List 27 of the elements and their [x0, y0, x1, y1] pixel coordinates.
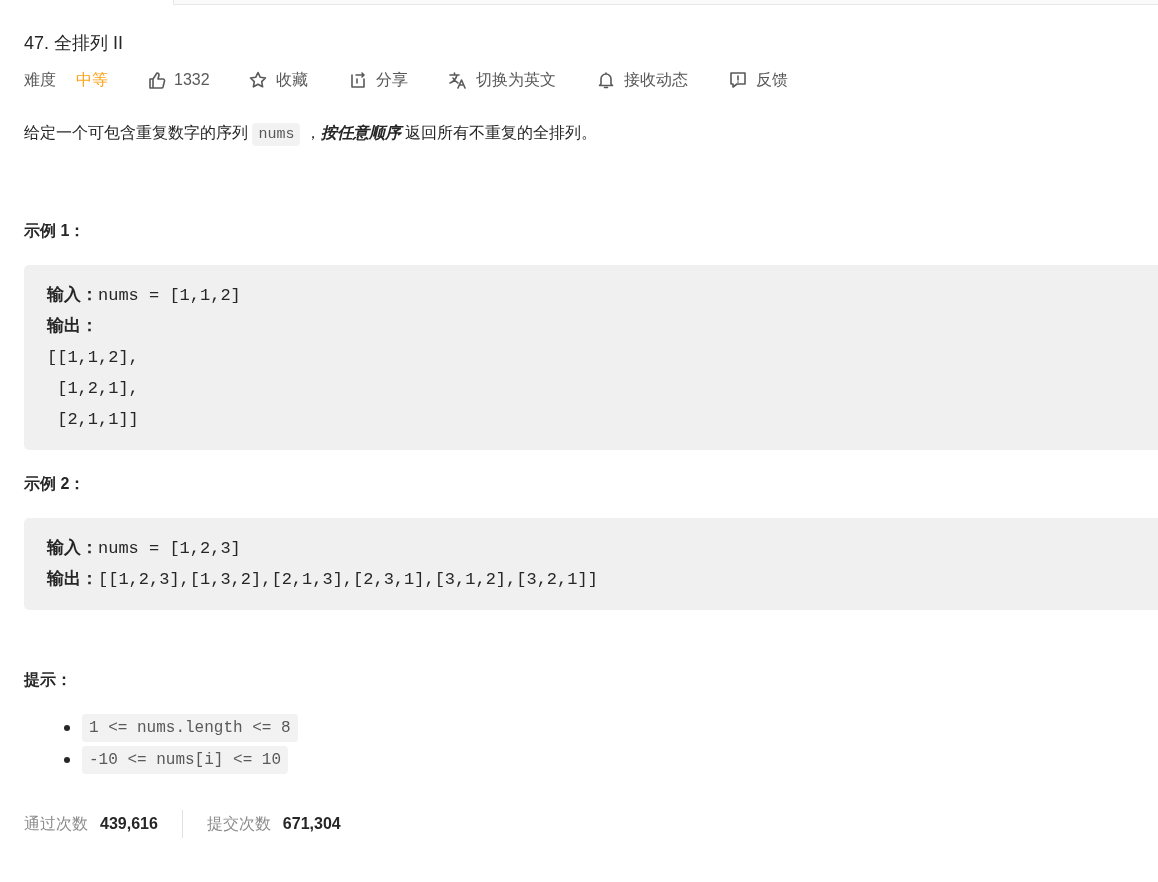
star-icon — [247, 70, 268, 90]
translate-button[interactable]: 切换为英文 — [447, 68, 556, 92]
problem-title: 47. 全排列 II — [24, 32, 125, 55]
share-button[interactable]: 分享 — [347, 68, 408, 92]
example-heading: 示例 2： — [24, 474, 87, 494]
code-block: 输入：nums = [1,2,3] 输出：[[1,2,3],[1,3,2],[2,1,3],[2,3,1],[3,1,2],[3,2,1]] — [24, 518, 1158, 610]
difficulty-label: 难度 — [24, 70, 56, 90]
problem-description: 给定一个可包含重复数字的序列 nums ，按任意顺序 返回所有不重复的全排列。 — [24, 119, 1158, 149]
difficulty-value: 中等 — [76, 70, 108, 90]
feedback-button[interactable]: 反馈 — [727, 68, 788, 92]
example-heading: 示例 1： — [24, 221, 87, 241]
stat-label: 提交次数 — [206, 814, 271, 834]
hints-heading: 提示： — [24, 670, 73, 690]
translate-icon — [447, 70, 468, 90]
bullet-icon — [64, 725, 70, 731]
favorite-button[interactable]: 收藏 — [247, 68, 308, 92]
constraint-text: -10 <= nums[i] <= 10 — [82, 746, 289, 774]
stat-label: 通过次数 — [24, 814, 88, 834]
subscribe-button[interactable]: 接收动态 — [595, 68, 688, 92]
like-button[interactable]: 1332 — [146, 68, 210, 92]
bullet-icon — [64, 757, 70, 763]
thumbs-up-icon — [146, 70, 166, 90]
stat-value: 671,304 — [282, 814, 341, 834]
message-icon — [727, 70, 748, 90]
constraint-text: 1 <= nums.length <= 8 — [82, 714, 298, 742]
stat-value: 439,616 — [100, 814, 158, 834]
code-block: 输入：nums = [1,1,2] 输出： [[1,1,2], [1,2,1], [2,1,1]] — [24, 265, 1158, 450]
